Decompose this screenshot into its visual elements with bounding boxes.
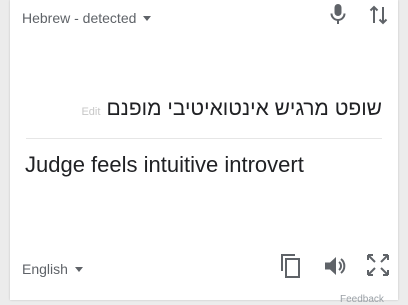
source-text: שופט מרגיש אינטואיטיבי מופנם [106, 97, 382, 120]
microphone-icon[interactable] [326, 2, 350, 33]
caret-down-icon [143, 15, 152, 21]
divider [26, 138, 382, 139]
target-language-selector[interactable]: English [22, 259, 83, 279]
speaker-icon[interactable] [322, 253, 348, 284]
source-language-selector[interactable]: Hebrew - detected [22, 8, 152, 28]
fullscreen-icon[interactable] [365, 252, 391, 283]
edit-link[interactable]: Edit [81, 106, 100, 118]
caret-down-icon [74, 266, 83, 272]
translation-text: Judge feels intuitive introvert [25, 152, 304, 177]
translation-card: Hebrew - detected Edit שופט מרגיש אינטוא… [10, 0, 398, 305]
swap-languages-icon[interactable] [368, 3, 390, 32]
source-text-line: Edit שופט מרגיש אינטואיטיבי מופנם [81, 97, 382, 121]
source-language-label: Hebrew - detected [22, 10, 137, 26]
target-language-label: English [22, 261, 68, 277]
copy-icon[interactable] [278, 252, 304, 285]
